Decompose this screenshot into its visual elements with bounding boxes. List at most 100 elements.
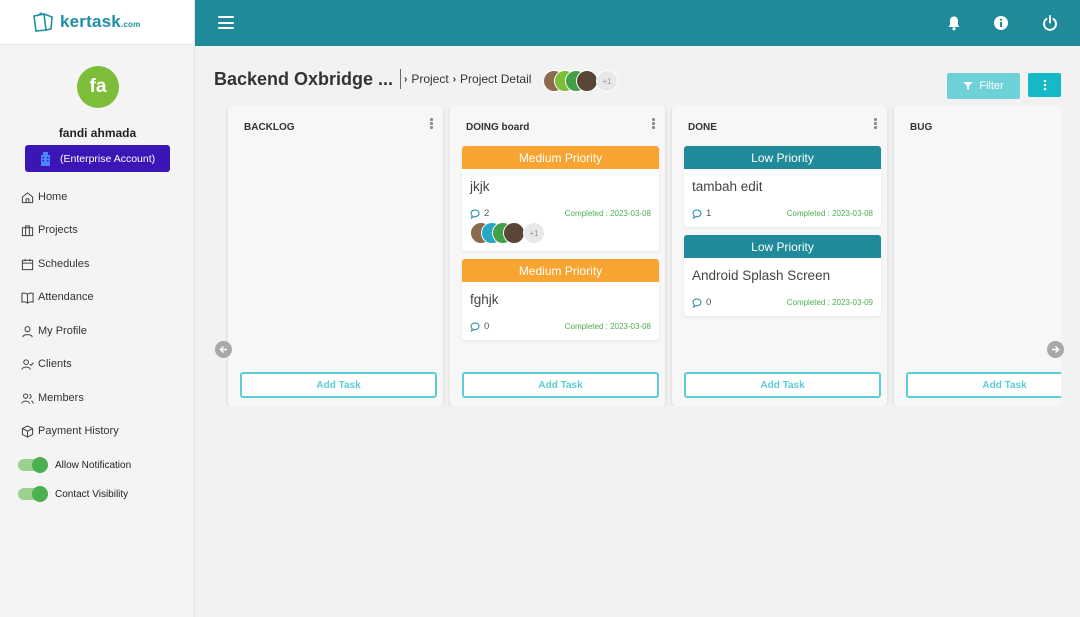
comment-icon [470,208,480,219]
sidebar: kertask.com fa fandi ahmada (Enterprise … [0,0,195,617]
sidebar-item-label: My Profile [38,325,87,337]
sidebar-item-schedules[interactable]: Schedules [21,254,89,274]
task-title: Android Splash Screen [692,268,831,283]
enterprise-account-badge[interactable]: (Enterprise Account) [25,145,170,172]
arrow-right-icon [1052,346,1060,353]
user-icon [22,325,33,337]
calendar-icon [21,258,34,270]
sidebar-item-label: Payment History [38,425,119,437]
allow-notification-row: Allow Notification [18,457,132,473]
column-done: DONE Low Priority tambah edit 1 Complete… [672,106,887,406]
column-title: BACKLOG [244,122,295,133]
priority-badge: Low Priority [684,235,881,258]
contact-visibility-toggle[interactable] [18,486,48,502]
priority-badge: Medium Priority [462,146,659,169]
sidebar-item-home[interactable]: Home [21,187,67,207]
assignees-more-badge: +1 [523,222,545,244]
user-check-icon [21,358,34,370]
column-menu-icon[interactable] [430,118,434,129]
briefcase-icon [21,224,34,236]
user-name: fandi ahmada [58,126,137,140]
project-title: Backend Oxbridge ... [214,69,394,89]
task-card[interactable]: Low Priority Android Splash Screen 0 Com… [684,235,881,316]
priority-badge: Low Priority [684,146,881,169]
add-task-button[interactable]: Add Task [906,372,1061,398]
breadcrumb: › Project › Project Detail [404,72,531,86]
sidebar-item-label: Projects [38,224,78,236]
comment-icon [692,297,702,308]
comment-count: 0 [692,297,711,308]
members-more-badge: +1 [596,70,618,92]
breadcrumb-project[interactable]: Project [411,72,448,86]
comment-count: 2 [470,208,489,219]
kanban-board: BACKLOG Add Task DOING board Medium Prio… [222,106,1061,406]
completed-date: Completed : 2023-03-09 [786,298,873,307]
filter-button[interactable]: Filter [947,73,1020,99]
more-options-button[interactable] [1028,73,1061,97]
sidebar-item-label: Schedules [38,258,90,270]
box-icon [21,424,34,438]
add-task-button[interactable]: Add Task [462,372,659,398]
column-bug: BUG Add Task [894,106,1061,406]
column-title: DONE [688,122,717,133]
task-title: jkjk [470,179,490,194]
add-task-button[interactable]: Add Task [684,372,881,398]
member-avatar [576,70,598,92]
kertask-logo-icon [32,12,54,32]
power-icon[interactable] [1042,15,1058,31]
filter-label: Filter [979,80,1004,92]
completed-date: Completed : 2023-03-08 [786,209,873,218]
breadcrumb-project-detail: Project Detail [460,72,532,86]
assignee-avatar [503,222,525,244]
task-card[interactable]: Low Priority tambah edit 1 Completed : 2… [684,146,881,227]
arrow-left-icon [219,346,227,353]
sidebar-item-label: Attendance [38,291,94,303]
sidebar-item-clients[interactable]: Clients [21,354,72,374]
sidebar-item-members[interactable]: Members [21,388,84,408]
contact-visibility-row: Contact Visibility [18,486,129,502]
more-vertical-icon [1043,79,1046,91]
home-icon [21,191,34,203]
book-icon [21,292,34,304]
completed-date: Completed : 2023-03-08 [564,209,651,218]
sidebar-item-label: Home [38,191,68,203]
bell-icon[interactable] [946,15,962,31]
allow-notification-toggle[interactable] [18,457,48,473]
add-task-button[interactable]: Add Task [240,372,437,398]
toggle-label: Contact Visibility [55,488,129,500]
comment-count: 0 [470,321,489,332]
column-menu-icon[interactable] [652,118,656,129]
scroll-left-button[interactable] [215,341,232,358]
comment-count: 1 [692,208,711,219]
chevron-right-icon: › [452,73,457,85]
scroll-right-button[interactable] [1047,341,1064,358]
breadcrumb-divider [400,69,401,89]
logo-text: kertask.com [60,12,141,31]
column-title: BUG [910,122,933,133]
comment-icon [470,321,480,332]
completed-date: Completed : 2023-03-08 [564,322,651,331]
info-icon[interactable] [993,15,1009,31]
toggle-label: Allow Notification [55,459,132,471]
menu-icon[interactable] [218,16,234,29]
user-avatar[interactable]: fa [77,66,119,108]
sidebar-item-projects[interactable]: Projects [21,220,78,240]
sidebar-item-payment-history[interactable]: Payment History [21,421,119,441]
column-menu-icon[interactable] [874,118,878,129]
column-doing: DOING board Medium Priority jkjk 2 Compl… [450,106,665,406]
chevron-right-icon: › [404,73,408,85]
building-icon [39,151,52,166]
task-card[interactable]: Medium Priority fghjk 0 Completed : 2023… [462,259,659,340]
sidebar-item-label: Clients [38,358,72,370]
column-backlog: BACKLOG Add Task [228,106,443,406]
filter-icon [963,82,973,90]
task-title: fghjk [470,292,499,307]
sidebar-item-my-profile[interactable]: My Profile [21,321,87,341]
sidebar-item-label: Members [38,392,84,404]
logo[interactable]: kertask.com [0,0,194,45]
sidebar-item-attendance[interactable]: Attendance [21,287,94,307]
task-card[interactable]: Medium Priority jkjk 2 Completed : 2023-… [462,146,659,251]
top-bar [195,0,1080,46]
comment-icon [692,208,702,219]
column-title: DOING board [466,122,530,133]
